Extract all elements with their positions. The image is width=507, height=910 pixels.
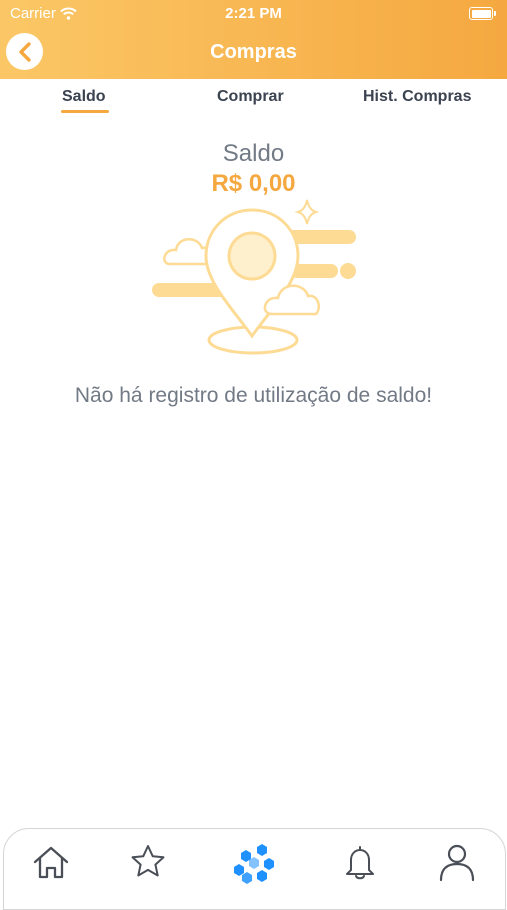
hexagon-cluster-icon [234,844,274,884]
nav-profile[interactable] [437,842,477,882]
nav-main[interactable] [233,842,274,884]
tab-hist-compras[interactable]: Hist. Compras [363,88,471,106]
home-icon [33,846,69,879]
tab-comprar[interactable]: Comprar [217,88,284,106]
bell-icon [346,846,374,880]
balance-value: R$ 0,00 [211,170,296,197]
location-pin-illustration [152,199,356,355]
nav-favorites[interactable] [128,842,168,882]
sparkle-icon [294,199,320,225]
nav-notifications[interactable] [340,842,380,882]
pin-center [227,231,277,281]
app-header: Carrier 2:21 PM Compras [0,0,507,79]
status-time: 2:21 PM [225,5,282,22]
battery-icon [469,7,496,20]
tab-saldo[interactable]: Saldo [62,88,106,106]
balance-label: Saldo [222,140,285,167]
cloud-icon [163,238,213,266]
user-icon [439,844,475,882]
empty-state-message: Não há registro de utilização de saldo! [74,384,433,407]
page-title: Compras [210,41,297,63]
active-tab-indicator [61,110,109,113]
status-bar: Carrier 2:21 PM [0,0,507,28]
speed-dot [340,263,356,279]
tab-bar: Saldo Comprar Hist. Compras [0,79,507,117]
nav-home[interactable] [31,842,71,882]
star-icon [131,845,165,877]
